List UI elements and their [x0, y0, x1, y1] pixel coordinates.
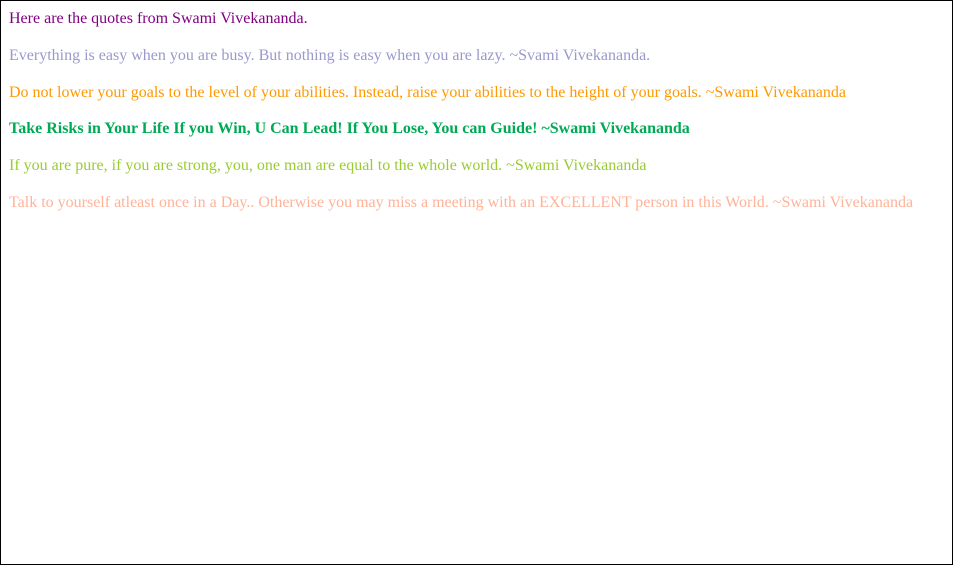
quote-line: Do not lower your goals to the level of …: [9, 83, 944, 104]
quote-line: Everything is easy when you are busy. Bu…: [9, 46, 944, 67]
quote-line: If you are pure, if you are strong, you,…: [9, 156, 944, 177]
quote-line: Take Risks in Your Life If you Win, U Ca…: [9, 119, 944, 140]
quote-line: Talk to yourself atleast once in a Day..…: [9, 193, 944, 214]
page-heading: Here are the quotes from Swami Vivekanan…: [9, 9, 944, 30]
